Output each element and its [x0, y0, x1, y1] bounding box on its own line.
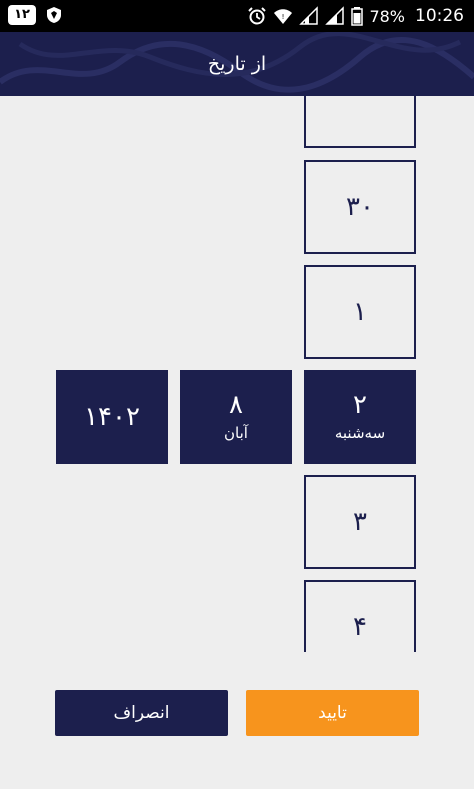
- alarm-clock-icon: [248, 7, 267, 25]
- month-cell-selected[interactable]: ۸ آبان: [180, 370, 292, 464]
- svg-text:!: !: [282, 13, 285, 21]
- status-bar: ۱۲ ! 78% 10:26: [0, 0, 474, 32]
- month-name: آبان: [224, 424, 248, 442]
- shield-icon: [47, 7, 61, 23]
- signal-icon: [299, 6, 319, 25]
- date-picker: ۳۰ ۱ ۲ سه‌شنبه ۳ ۴ ۸ آبان ۱۴۰۲: [0, 96, 474, 652]
- status-bar-right: ! 78% 10:26: [247, 4, 464, 28]
- day-number: ۳: [353, 507, 367, 537]
- page-title: از تاریخ: [207, 53, 267, 75]
- day-cell[interactable]: ۴: [304, 580, 416, 652]
- day-cell[interactable]: ۳۰: [304, 160, 416, 254]
- app-header: از تاریخ: [0, 32, 474, 96]
- day-number: ۲: [353, 390, 367, 420]
- battery-icon: [351, 7, 364, 26]
- clock-time: 10:26: [415, 6, 464, 26]
- day-cell-selected[interactable]: ۲ سه‌شنبه: [304, 370, 416, 464]
- day-number: ۱: [353, 297, 367, 327]
- day-number: ۳۰: [346, 192, 374, 222]
- year-number: ۱۴۰۲: [84, 402, 140, 432]
- month-number: ۸: [229, 390, 243, 420]
- day-number: ۴: [353, 612, 367, 642]
- wifi-icon: !: [274, 9, 293, 24]
- day-cell-partial[interactable]: [304, 96, 416, 148]
- year-cell-selected[interactable]: ۱۴۰۲: [56, 370, 168, 464]
- confirm-button[interactable]: تایید: [246, 690, 419, 736]
- cancel-button[interactable]: انصراف: [55, 690, 228, 736]
- day-cell[interactable]: ۱: [304, 265, 416, 359]
- day-cell[interactable]: ۳: [304, 475, 416, 569]
- notification-badge: ۱۲: [8, 5, 36, 25]
- status-bar-left: ۱۲: [8, 5, 64, 25]
- weekday-label: سه‌شنبه: [334, 424, 386, 442]
- battery-level: 78%: [369, 6, 405, 26]
- signal-icon: [325, 6, 345, 25]
